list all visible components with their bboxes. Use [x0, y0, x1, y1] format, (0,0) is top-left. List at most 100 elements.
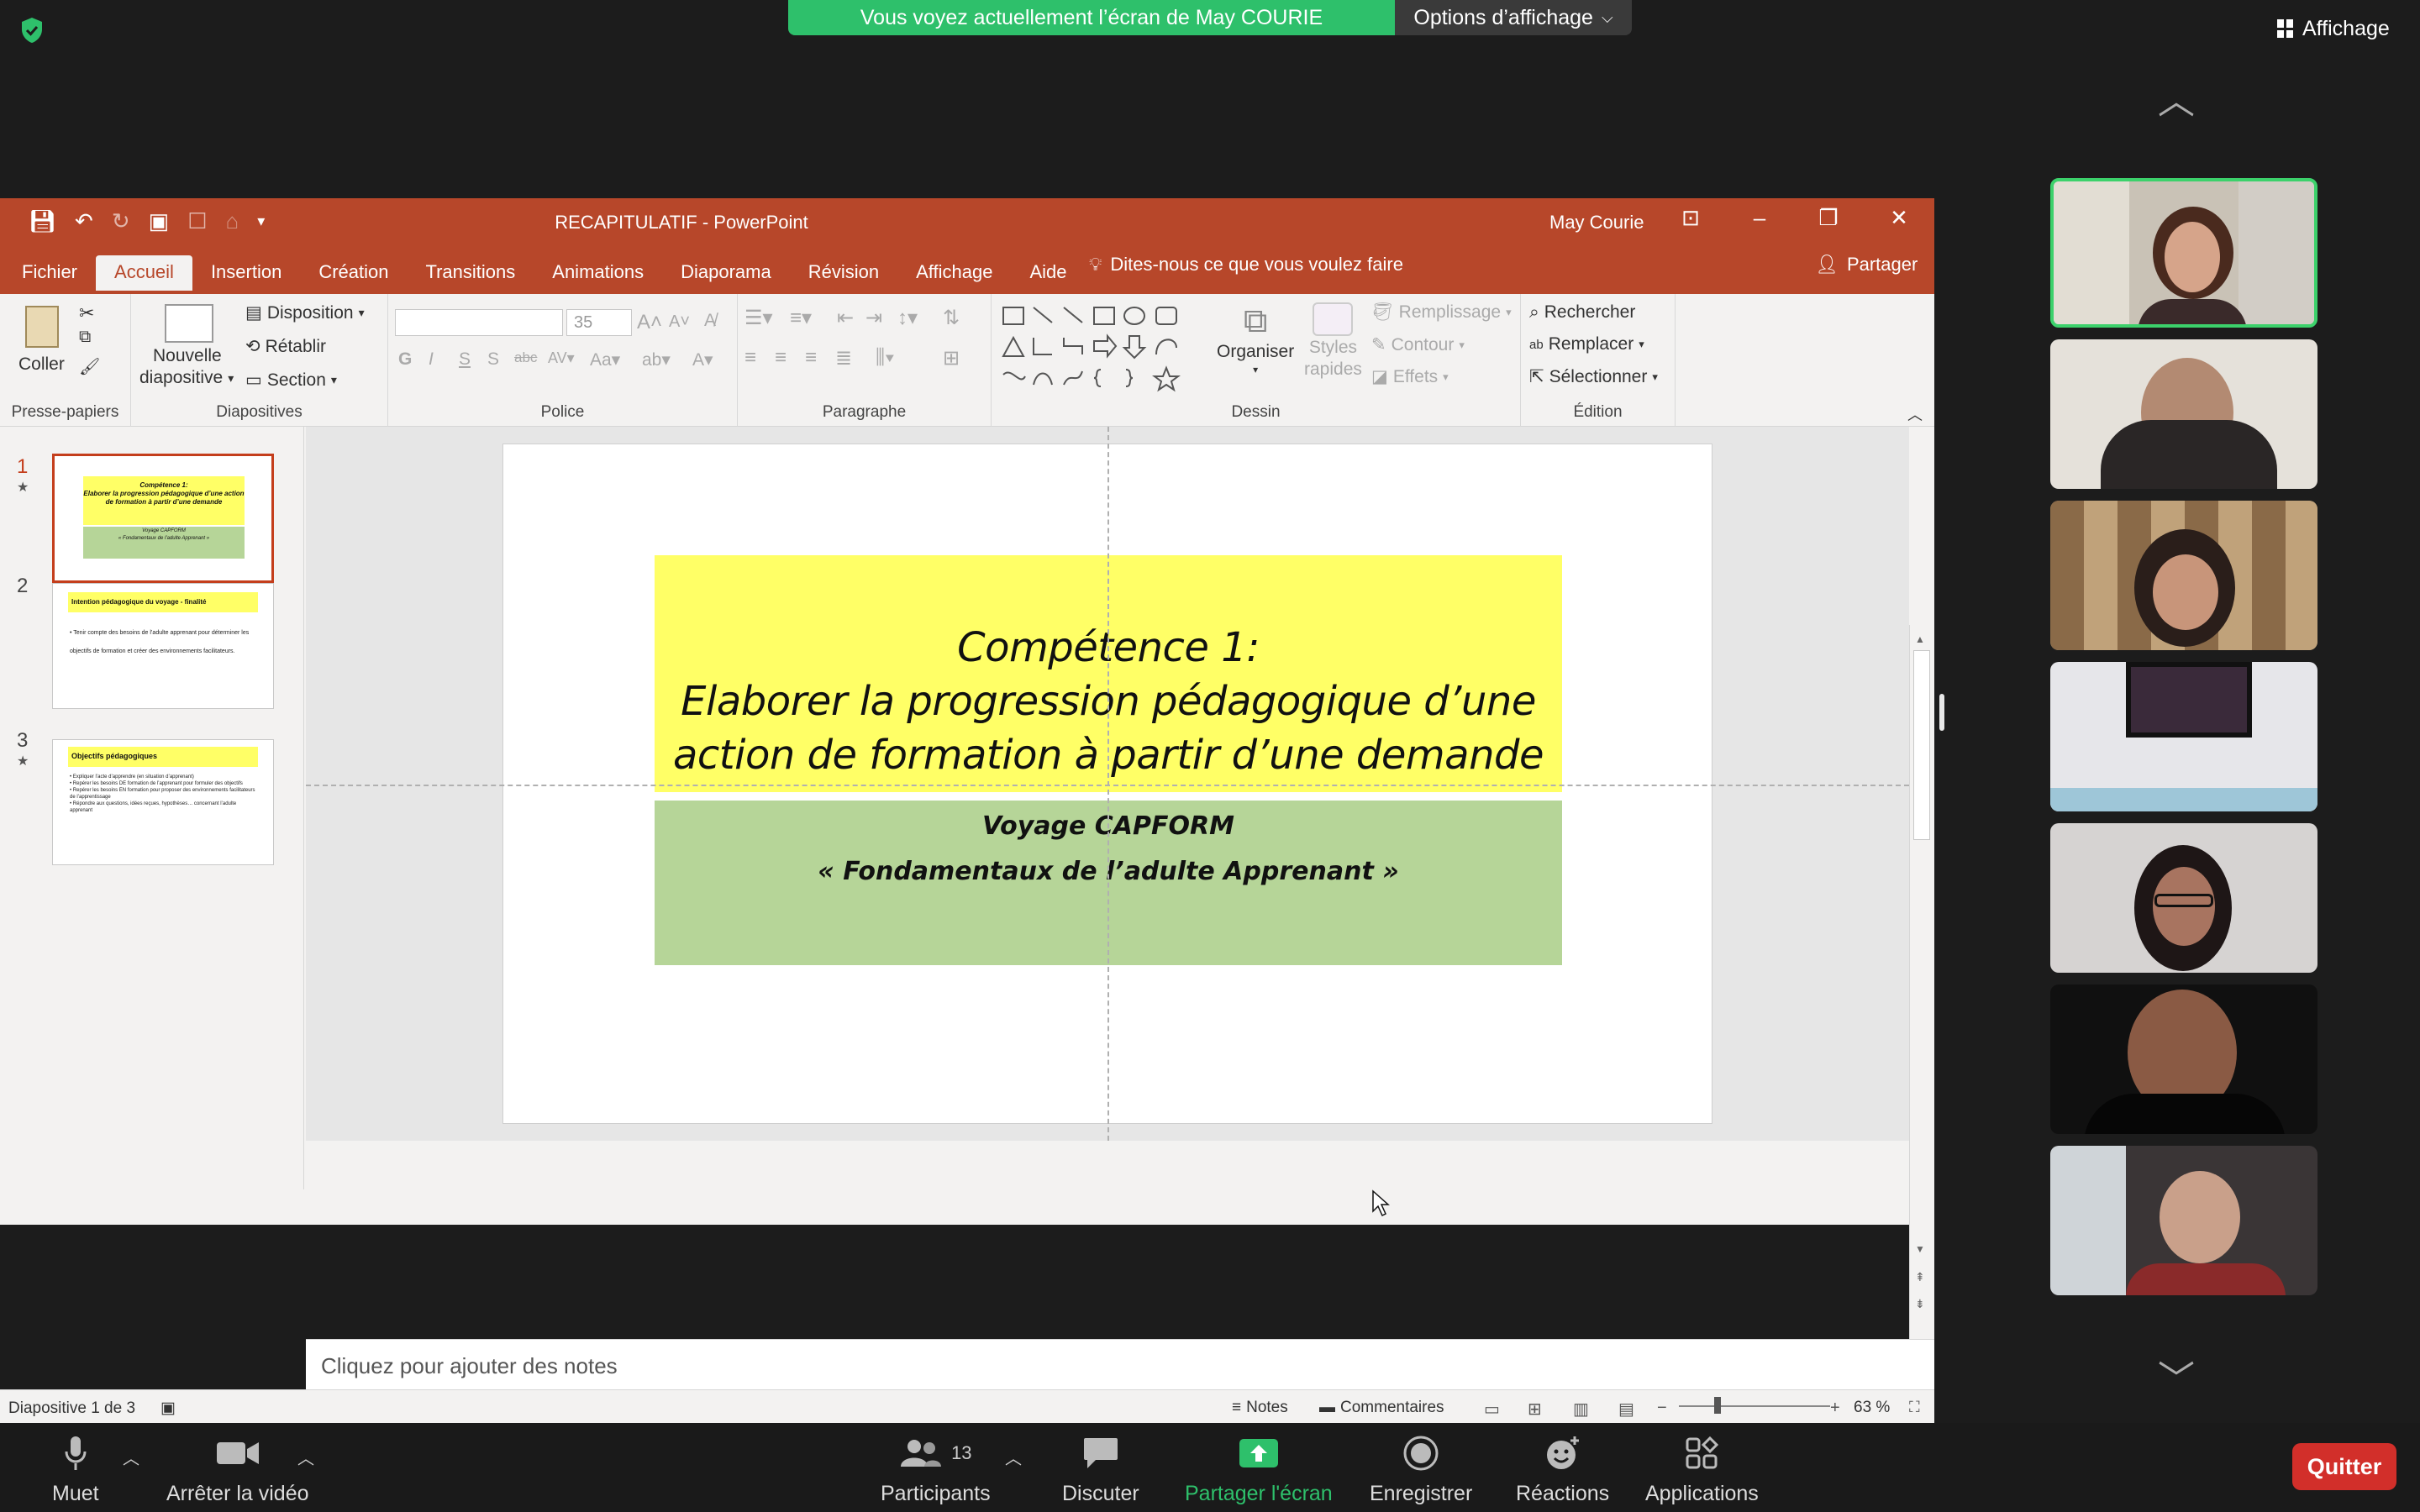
slide-thumbnail-3[interactable]: Objectifs pédagogiques • Expliquer l’act…	[52, 739, 274, 865]
shapes-gallery-icon[interactable]	[1000, 302, 1210, 395]
stop-video-button[interactable]: Arrêter la vidéo	[166, 1435, 309, 1506]
tab-revision[interactable]: Révision	[790, 255, 897, 294]
slideshow-from-start-icon[interactable]: ▣	[149, 208, 170, 234]
minimize-icon[interactable]: –	[1743, 205, 1776, 231]
tab-creation[interactable]: Création	[300, 255, 407, 294]
tab-diaporama[interactable]: Diaporama	[662, 255, 790, 294]
select-button[interactable]: ⇱ Sélectionner ▾	[1529, 366, 1658, 387]
replace-button[interactable]: ab Remplacer ▾	[1529, 334, 1644, 354]
spellcheck-icon[interactable]: ▣	[160, 1399, 176, 1418]
new-slide-label-2[interactable]: diapositive ▾	[139, 368, 234, 388]
scroll-thumb[interactable]	[1913, 650, 1930, 840]
numbering-icon[interactable]: ≡▾	[790, 306, 812, 330]
shape-outline-button[interactable]: ✎ Contour ▾	[1371, 334, 1465, 355]
decrease-indent-icon[interactable]: ⇤	[837, 306, 854, 330]
smartart-icon[interactable]: ⊞	[943, 346, 960, 370]
share-screen-button[interactable]: Partager l'écran	[1185, 1435, 1333, 1506]
security-shield-icon[interactable]	[20, 17, 44, 44]
tab-transitions[interactable]: Transitions	[407, 255, 534, 294]
collapse-ribbon-icon[interactable]: ︿	[1907, 403, 1923, 425]
tab-accueil[interactable]: Accueil	[96, 255, 192, 294]
clear-format-icon[interactable]: A̸	[704, 311, 716, 331]
font-size-box[interactable]: 35	[566, 309, 632, 336]
italic-icon[interactable]: I	[429, 349, 434, 370]
zoom-slider-thumb[interactable]	[1714, 1397, 1721, 1414]
save-icon[interactable]: 💾︎	[29, 208, 56, 234]
view-options-button[interactable]: Options d’affichage ⌵	[1395, 0, 1632, 35]
reading-view-icon[interactable]: ▥	[1573, 1399, 1589, 1420]
shape-effects-button[interactable]: ◪ Effets ▾	[1371, 366, 1449, 387]
section-button[interactable]: ▭ Section ▾	[245, 370, 337, 391]
scroll-down-chevron-icon[interactable]: ﹀	[2158, 1349, 2195, 1403]
video-options-caret-icon[interactable]: ︿	[297, 1445, 314, 1469]
notes-toggle[interactable]: ≡ Notes	[1232, 1399, 1288, 1417]
highlight-icon[interactable]: ab▾	[642, 349, 671, 370]
zoom-slider[interactable]	[1679, 1405, 1830, 1407]
zoom-level[interactable]: 63 %	[1854, 1399, 1890, 1417]
slide-sorter-icon[interactable]: ⊞	[1528, 1399, 1542, 1420]
notes-pane[interactable]: Cliquez pour ajouter des notes	[306, 1339, 1934, 1389]
new-slide-icon[interactable]	[165, 304, 213, 343]
panel-resize-handle[interactable]	[1939, 694, 1944, 731]
view-button[interactable]: Affichage	[2260, 13, 2407, 44]
previous-slide-icon[interactable]: ⇞	[1915, 1270, 1925, 1284]
format-painter-icon[interactable]: 🖌︎	[79, 356, 100, 377]
mute-button[interactable]: Muet	[52, 1435, 99, 1506]
shadow-icon[interactable]: S	[487, 349, 499, 370]
tab-aide[interactable]: Aide	[1011, 255, 1085, 294]
slideshow-view-icon[interactable]: ▤	[1618, 1399, 1634, 1420]
cut-icon[interactable]: ✂	[79, 302, 94, 324]
participants-caret-icon[interactable]: ︿	[1005, 1445, 1022, 1469]
record-button[interactable]: Enregistrer	[1370, 1435, 1472, 1506]
normal-view-icon[interactable]: ▭	[1484, 1399, 1500, 1420]
participants-button[interactable]: 13 Participants	[881, 1435, 991, 1506]
format-painter-qat-icon[interactable]: ⌂	[226, 208, 239, 234]
layout-button[interactable]: ▤ Disposition ▾	[245, 302, 365, 323]
tell-me-search[interactable]: 💡︎ Dites-nous ce que vous voulez faire	[1089, 254, 1403, 276]
quit-meeting-button[interactable]: Quitter	[2292, 1443, 2396, 1490]
paste-icon[interactable]	[25, 306, 59, 348]
redo-icon[interactable]: ↻	[112, 208, 130, 234]
tab-affichage[interactable]: Affichage	[897, 255, 1011, 294]
text-direction-icon[interactable]: ⇅	[943, 306, 960, 330]
shape-fill-button[interactable]: 🪣︎ Remplissage ▾	[1371, 302, 1512, 323]
font-color-icon[interactable]: A▾	[692, 349, 713, 370]
arrange-button[interactable]: ⧉ Organiser ▾	[1217, 302, 1294, 375]
participant-video-2[interactable]	[2050, 339, 2317, 489]
strikethrough-icon[interactable]: abc	[514, 349, 537, 366]
scroll-up-chevron-icon[interactable]: ︿	[2158, 71, 2195, 124]
audio-options-caret-icon[interactable]: ︿	[123, 1445, 139, 1469]
tab-animations[interactable]: Animations	[534, 255, 662, 294]
slide-vertical-scrollbar[interactable]: ▲ ▼ ⇞ ⇟	[1909, 625, 1934, 1339]
increase-indent-icon[interactable]: ⇥	[865, 306, 882, 330]
decrease-font-icon[interactable]: A˅	[669, 312, 690, 332]
ribbon-display-options-icon[interactable]: ⊡	[1674, 205, 1707, 231]
find-button[interactable]: ⌕ Rechercher	[1529, 302, 1635, 323]
participant-video-6[interactable]	[2050, 984, 2317, 1134]
reset-button[interactable]: ⟲ Rétablir	[245, 336, 326, 357]
char-spacing-icon[interactable]: AV▾	[548, 349, 575, 367]
bullets-icon[interactable]: ☰▾	[744, 306, 773, 330]
participant-video-5[interactable]	[2050, 823, 2317, 973]
slide-thumbnail-2[interactable]: Intention pédagogique du voyage - finali…	[52, 583, 274, 709]
apps-button[interactable]: Applications	[1645, 1435, 1759, 1506]
bold-icon[interactable]: G	[398, 349, 412, 370]
reactions-button[interactable]: Réactions	[1516, 1435, 1609, 1506]
share-button[interactable]: 👤︎ Partager	[1815, 254, 1918, 276]
line-spacing-icon[interactable]: ↕▾	[897, 306, 918, 330]
increase-font-icon[interactable]: A˄	[637, 311, 662, 334]
align-center-icon[interactable]: ≡	[775, 346, 786, 370]
close-icon[interactable]: ✕	[1882, 205, 1916, 231]
comments-toggle[interactable]: ▬ Commentaires	[1319, 1399, 1444, 1417]
copy-icon[interactable]: ⧉	[79, 328, 91, 347]
participant-video-3[interactable]	[2050, 501, 2317, 650]
align-left-icon[interactable]: ≡	[744, 346, 756, 370]
next-slide-icon[interactable]: ⇟	[1915, 1297, 1925, 1311]
justify-icon[interactable]: ≣	[835, 346, 852, 370]
participant-video-7[interactable]	[2050, 1146, 2317, 1295]
customize-qat-icon[interactable]: ▾	[257, 213, 265, 230]
tab-fichier[interactable]: Fichier	[3, 255, 96, 294]
chat-button[interactable]: Discuter	[1062, 1435, 1139, 1506]
slide-thumbnail-1[interactable]: Compétence 1: Elaborer la progression pé…	[52, 454, 274, 583]
restore-icon[interactable]: ❐	[1812, 205, 1845, 231]
